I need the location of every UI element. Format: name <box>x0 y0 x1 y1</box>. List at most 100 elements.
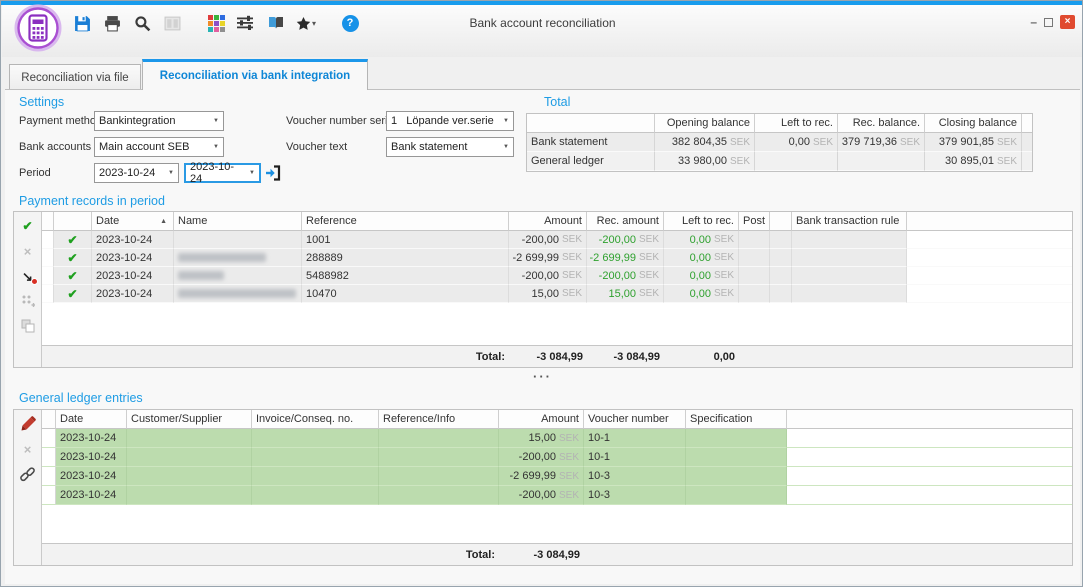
tab-reconciliation-via-file[interactable]: Reconciliation via file <box>9 64 141 90</box>
payment-row-3[interactable]: ✔ 2023-10-24 5488982 -200,00SEK -200,00S… <box>42 267 1072 285</box>
minimize-button[interactable]: – <box>1030 17 1037 27</box>
match-records-icon <box>20 293 36 309</box>
appearance-grid-icon[interactable] <box>206 13 226 33</box>
window-title: Bank account reconciliation <box>469 16 615 30</box>
matched-check-icon: ✔ <box>58 251 87 265</box>
panel-splitter-handle[interactable]: ··· <box>5 372 1080 382</box>
general-ledger-panel: × Date Customer/Supplier Invoice/Conseq.… <box>13 409 1073 566</box>
save-icon[interactable] <box>72 13 92 33</box>
payment-records-total-row: Total: -3 084,99 -3 084,99 0,00 <box>42 345 1072 367</box>
bank-accounts-label: Bank accounts <box>19 141 91 153</box>
name-cell <box>174 231 302 249</box>
voucher-number-series-label: Voucher number series <box>286 115 399 127</box>
app-window: ▾ ? Bank account reconciliation – × Reco… <box>0 0 1083 587</box>
col-customer-supplier[interactable]: Customer/Supplier <box>127 410 252 429</box>
col-left-to-rec: Left to rec. <box>755 114 838 133</box>
col-reference-info[interactable]: Reference/Info <box>379 410 499 429</box>
name-cell-redacted <box>174 249 302 267</box>
col-name[interactable]: Name <box>174 212 302 231</box>
chevron-down-icon[interactable]: ▼ <box>208 144 219 150</box>
payment-records-grid: Date▲ Name Reference Amount Rec. amount … <box>42 212 1072 367</box>
approve-check-icon[interactable]: ✔ <box>14 218 41 234</box>
ledger-row-1[interactable]: 2023-10-24 15,00SEK 10-1 <box>42 429 1072 448</box>
col-date[interactable]: Date▲ <box>92 212 174 231</box>
col-opening-balance: Opening balance <box>655 114 755 133</box>
bank-accounts-select[interactable]: Main account SEB▼ <box>94 137 224 157</box>
payment-method-select[interactable]: Bankintegration▼ <box>94 111 224 131</box>
matched-check-icon: ✔ <box>58 269 87 283</box>
total-rec-amount: -3 084,99 <box>587 351 664 363</box>
col-voucher-number[interactable]: Voucher number <box>584 410 686 429</box>
chevron-down-icon[interactable]: ▼ <box>498 144 509 150</box>
payment-row-1[interactable]: ✔ 2023-10-24 1001 -200,00SEK -200,00SEK … <box>42 231 1072 249</box>
col-invoice-conseq-no[interactable]: Invoice/Conseq. no. <box>252 410 379 429</box>
col-closing-balance: Closing balance <box>925 114 1022 133</box>
voucher-text-select[interactable]: Bank statement▼ <box>386 137 514 157</box>
calculator-app-logo <box>14 4 62 52</box>
matched-check-icon: ✔ <box>58 287 87 301</box>
col-specification[interactable]: Specification <box>686 410 787 429</box>
col-amount[interactable]: Amount <box>499 410 584 429</box>
settings-sliders-icon[interactable] <box>236 13 256 33</box>
voucher-text-label: Voucher text <box>286 141 347 153</box>
copy-icon <box>20 318 36 334</box>
tab-reconciliation-via-bank-integration[interactable]: Reconciliation via bank integration <box>142 59 368 90</box>
col-rec-balance: Rec. balance. <box>838 114 925 133</box>
help-icon[interactable]: ? <box>340 13 360 33</box>
col-left-to-rec[interactable]: Left to rec. <box>664 212 739 231</box>
link-icon[interactable] <box>20 466 36 482</box>
favorites-star-icon[interactable]: ▾ <box>296 13 316 33</box>
total-amount: -3 084,99 <box>499 549 584 561</box>
chevron-down-icon[interactable]: ▼ <box>208 118 219 124</box>
print-icon[interactable] <box>102 13 122 33</box>
payment-row-4[interactable]: ✔ 2023-10-24 10470 15,00SEK 15,00SEK 0,0… <box>42 285 1072 303</box>
col-rec-amount[interactable]: Rec. amount <box>587 212 664 231</box>
col-reference[interactable]: Reference <box>302 212 509 231</box>
main-toolbar: ▾ ? <box>72 13 360 33</box>
total-row-bank-statement[interactable]: Bank statement 382 804,35SEK 0,00SEK 379… <box>527 133 1032 152</box>
load-period-button[interactable] <box>264 163 282 183</box>
main-content: Settings Payment method Bankintegration▼… <box>5 89 1080 584</box>
payment-method-label: Payment method <box>19 115 102 127</box>
preview-icon-disabled <box>162 13 182 33</box>
alert-dot-icon <box>31 278 38 285</box>
general-ledger-total-row: Total: -3 084,99 <box>42 543 1072 565</box>
ledger-row-4[interactable]: 2023-10-24 -200,00SEK 10-3 <box>42 486 1072 505</box>
assign-arrow-icon[interactable]: ↘ <box>20 268 36 284</box>
ledger-book-icon[interactable] <box>266 13 286 33</box>
chevron-down-icon[interactable]: ▼ <box>163 170 174 176</box>
total-table-header: Opening balance Left to rec. Rec. balanc… <box>527 114 1032 133</box>
search-icon[interactable] <box>132 13 152 33</box>
payment-records-section-title: Payment records in period <box>19 194 165 208</box>
col-amount[interactable]: Amount <box>509 212 587 231</box>
maximize-button[interactable] <box>1044 18 1053 27</box>
period-to-select[interactable]: 2023-10-24▼ <box>184 163 261 183</box>
reconcile-marker-icon[interactable] <box>20 416 36 432</box>
chevron-down-icon[interactable]: ▼ <box>244 170 255 176</box>
total-table: Opening balance Left to rec. Rec. balanc… <box>526 113 1033 172</box>
col-date[interactable]: Date <box>56 410 127 429</box>
name-cell-redacted <box>174 267 302 285</box>
remove-icon: × <box>20 243 36 259</box>
general-ledger-toolbar: × <box>14 410 42 565</box>
general-ledger-header: Date Customer/Supplier Invoice/Conseq. n… <box>42 410 1072 429</box>
col-bank-transaction-rule[interactable]: Bank transaction rule <box>792 212 907 231</box>
total-label: Total: <box>302 351 509 363</box>
sort-asc-icon: ▲ <box>160 218 169 225</box>
close-button[interactable]: × <box>1060 15 1075 29</box>
col-post[interactable]: Post <box>739 212 770 231</box>
total-left-to-rec: 0,00 <box>664 351 739 363</box>
settings-section-title: Settings <box>19 95 64 109</box>
total-row-general-ledger[interactable]: General ledger 33 980,00SEK 30 895,01SEK <box>527 152 1032 171</box>
payment-row-2[interactable]: ✔ 2023-10-24 288889 -2 699,99SEK -2 699,… <box>42 249 1072 267</box>
star-dropdown-caret-icon[interactable]: ▾ <box>312 19 316 28</box>
period-from-select[interactable]: 2023-10-24▼ <box>94 163 179 183</box>
ledger-row-2[interactable]: 2023-10-24 -200,00SEK 10-1 <box>42 448 1072 467</box>
ledger-row-3-selected[interactable]: 2023-10-24 -2 699,99SEK 10-3 <box>42 467 1072 486</box>
matched-check-icon: ✔ <box>58 233 87 247</box>
chevron-down-icon[interactable]: ▼ <box>498 118 509 124</box>
voucher-number-series-select[interactable]: 1 Löpande ver.serie▼ <box>386 111 514 131</box>
total-label: Total: <box>379 549 499 561</box>
total-section-title: Total <box>544 95 570 109</box>
title-bar: ▾ ? Bank account reconciliation – × <box>2 5 1083 57</box>
